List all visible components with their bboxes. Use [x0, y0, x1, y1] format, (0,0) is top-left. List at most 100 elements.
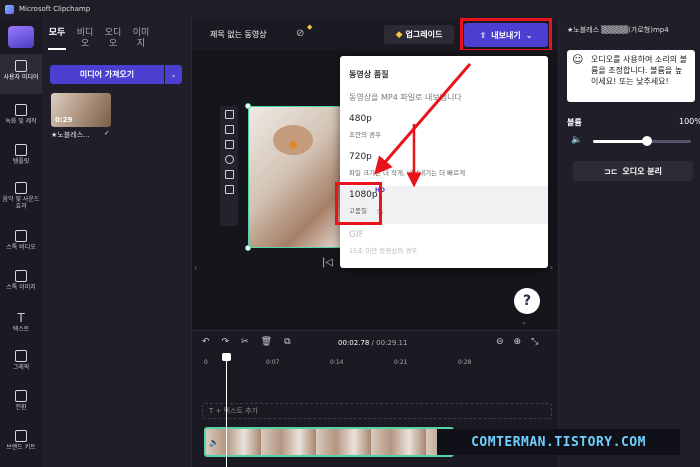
- speaker-icon[interactable]: 🔈: [571, 135, 582, 145]
- collapse-left-icon[interactable]: ‹: [194, 263, 197, 272]
- nav-item-music[interactable]: 음악 및 사운드 효과: [0, 176, 42, 222]
- export-option-720p[interactable]: 720p 파일 크기는 더 작게, 내보내기는 더 빠르게: [340, 148, 548, 186]
- zoom-controls: ⊖ ⊕ ⤡: [496, 337, 538, 347]
- text-icon: T: [17, 311, 25, 325]
- window-title: Microsoft Clipchamp: [19, 5, 91, 13]
- cloud-off-icon: ⊘: [296, 28, 305, 39]
- nav-item-stock-video[interactable]: 스톡 비디오: [0, 224, 42, 264]
- import-media-button[interactable]: 미디어 가져오기: [50, 65, 164, 84]
- flip-vertical-icon[interactable]: [224, 185, 234, 194]
- timeline-tools: ↶ ↷ ✂ 🗑 ⧉: [202, 337, 291, 347]
- crop-icon[interactable]: [224, 125, 234, 134]
- fit-timeline-icon[interactable]: ⤡: [531, 337, 538, 347]
- help-button[interactable]: ?: [514, 288, 540, 314]
- left-nav: 사용자 미디어 녹화 및 제작 템플릿 음악 및 사운드 효과 스톡 비디오 스…: [0, 18, 42, 467]
- media-tabs: 모두 비디오 오디오 이미지: [48, 28, 150, 50]
- menu-title: 동영상 품질: [349, 70, 389, 79]
- ruler-tick: 0:28: [458, 359, 472, 366]
- nav-item-templates[interactable]: 템플릿: [0, 138, 42, 178]
- playhead[interactable]: [226, 353, 227, 467]
- volume-value: 100%: [679, 117, 700, 126]
- export-button[interactable]: ⇧ 내보내기 ⌄: [464, 23, 548, 47]
- ruler-tick: 0:07: [266, 359, 280, 366]
- nav-item-graphics[interactable]: 그래픽: [0, 344, 42, 384]
- volume-slider-knob[interactable]: [641, 136, 652, 146]
- nav-item-record[interactable]: 녹화 및 제작: [0, 98, 42, 138]
- transitions-icon: [15, 390, 27, 402]
- volume-label: 볼륨: [567, 118, 582, 127]
- ruler-tick: 0:21: [394, 359, 408, 366]
- added-check-icon: ✓: [104, 129, 110, 137]
- nav-item-text[interactable]: T 텍스트: [0, 306, 42, 346]
- tab-all[interactable]: 모두: [48, 28, 66, 50]
- selected-file-name: ★노블레스 ▒▒▒▒▒(가로형)mp4: [567, 26, 669, 34]
- add-text-track[interactable]: T + 텍스트 추가: [202, 403, 552, 419]
- tab-video[interactable]: 비디오: [76, 28, 94, 50]
- total-time: / 00:29.11: [371, 339, 408, 347]
- timeline-ruler: 0 0:07 0:14 0:21 0:28: [202, 359, 552, 371]
- export-option-gif[interactable]: GIF 15초 미만 동영상의 경우: [340, 226, 548, 264]
- nav-item-stock-image[interactable]: 스톡 이미지: [0, 264, 42, 304]
- 1080p-highlight-box: [335, 182, 382, 225]
- clipchamp-app-icon: [5, 4, 14, 14]
- delete-icon[interactable]: 🗑: [261, 337, 272, 347]
- chevron-down-icon: ⌄: [525, 30, 533, 40]
- detach-icon: ⊐⊏: [604, 166, 618, 176]
- watermark: COMTERMAN.TISTORY.COM: [437, 429, 680, 455]
- collapse-right-icon[interactable]: ›: [550, 263, 553, 272]
- flip-icon[interactable]: [224, 170, 234, 179]
- detach-audio-button[interactable]: ⊐⊏ 오디오 분리: [573, 161, 693, 181]
- tab-audio[interactable]: 오디오: [104, 28, 122, 50]
- fit-icon[interactable]: [224, 110, 234, 119]
- project-title[interactable]: 제목 없는 동영상: [210, 29, 267, 40]
- rotate-icon[interactable]: [224, 155, 234, 164]
- volume-slider-fill: [593, 140, 647, 143]
- clip-audio-icon: 🔈: [209, 438, 219, 447]
- video-content-detail: [289, 141, 297, 149]
- current-time: 00:02.78: [338, 339, 370, 347]
- audio-tip-card: ☺ 오디오를 사용하여 소리의 볼륨을 조정합니다. 볼륨을 높이세요! 또는 …: [567, 50, 695, 102]
- thumb-name: ★노블레스...: [51, 131, 90, 139]
- preview-video-frame[interactable]: [245, 103, 344, 251]
- templates-icon: [15, 144, 27, 156]
- premium-gem-icon: ◆: [307, 23, 313, 31]
- thumb-duration: 0:29: [55, 116, 73, 124]
- nav-item-my-media[interactable]: 사용자 미디어: [0, 54, 42, 94]
- export-quality-menu: 동영상 품질 동영상을 MP4 파일로 내보냅니다 480p 초안의 경우 72…: [340, 56, 548, 268]
- preview-toolbar: [220, 106, 238, 226]
- export-option-480p[interactable]: 480p 초안의 경우: [340, 110, 548, 148]
- volume-slider[interactable]: [593, 136, 691, 146]
- chevron-down-icon[interactable]: ⌄: [521, 318, 527, 326]
- gem-icon: ◆: [395, 29, 403, 40]
- video-clip[interactable]: 🔈: [204, 427, 454, 457]
- timecode: 00:02.78 / 00:29.11: [338, 339, 407, 347]
- editor-top-bar: 제목 없는 동영상 ⊘ ◆ ◆ 업그레이드 ⇧ 내보내기 ⌄: [192, 18, 558, 52]
- video-content: [273, 125, 313, 155]
- stock-image-icon: [15, 270, 27, 282]
- ruler-tick: 0: [204, 359, 208, 366]
- duplicate-icon[interactable]: ⧉: [284, 337, 290, 347]
- skip-back-icon[interactable]: |◁: [322, 257, 333, 268]
- pip-icon[interactable]: [224, 140, 234, 149]
- import-dropdown-button[interactable]: ⌄: [165, 65, 182, 84]
- zoom-out-icon[interactable]: ⊖: [496, 337, 504, 347]
- media-thumbnail[interactable]: 0:29: [51, 93, 111, 127]
- upgrade-button[interactable]: ◆ 업그레이드: [384, 25, 454, 44]
- nav-item-transitions[interactable]: 전환: [0, 384, 42, 424]
- playhead-handle[interactable]: [222, 353, 231, 361]
- brand-kit-icon: [15, 430, 27, 442]
- tab-image[interactable]: 이미지: [132, 28, 150, 50]
- media-icon: [15, 60, 27, 72]
- undo-icon[interactable]: ↶: [202, 337, 210, 347]
- properties-panel: ★노블레스 ▒▒▒▒▒(가로형)mp4 ☺ 오디오를 사용하여 소리의 볼륨을 …: [558, 18, 700, 467]
- graphics-icon: [15, 350, 27, 362]
- resize-handle[interactable]: [245, 245, 251, 251]
- title-bar: Microsoft Clipchamp: [0, 0, 700, 18]
- zoom-in-icon[interactable]: ⊕: [514, 337, 522, 347]
- media-panel: 모두 비디오 오디오 이미지 미디어 가져오기 ⌄ 0:29 ★노블레스... …: [42, 18, 192, 467]
- stock-video-icon: [15, 230, 27, 242]
- resize-handle[interactable]: [245, 103, 251, 109]
- redo-icon[interactable]: ↷: [222, 337, 230, 347]
- nav-item-brand-kit[interactable]: 브랜드 키트: [0, 424, 42, 464]
- split-icon[interactable]: ✂: [241, 337, 249, 347]
